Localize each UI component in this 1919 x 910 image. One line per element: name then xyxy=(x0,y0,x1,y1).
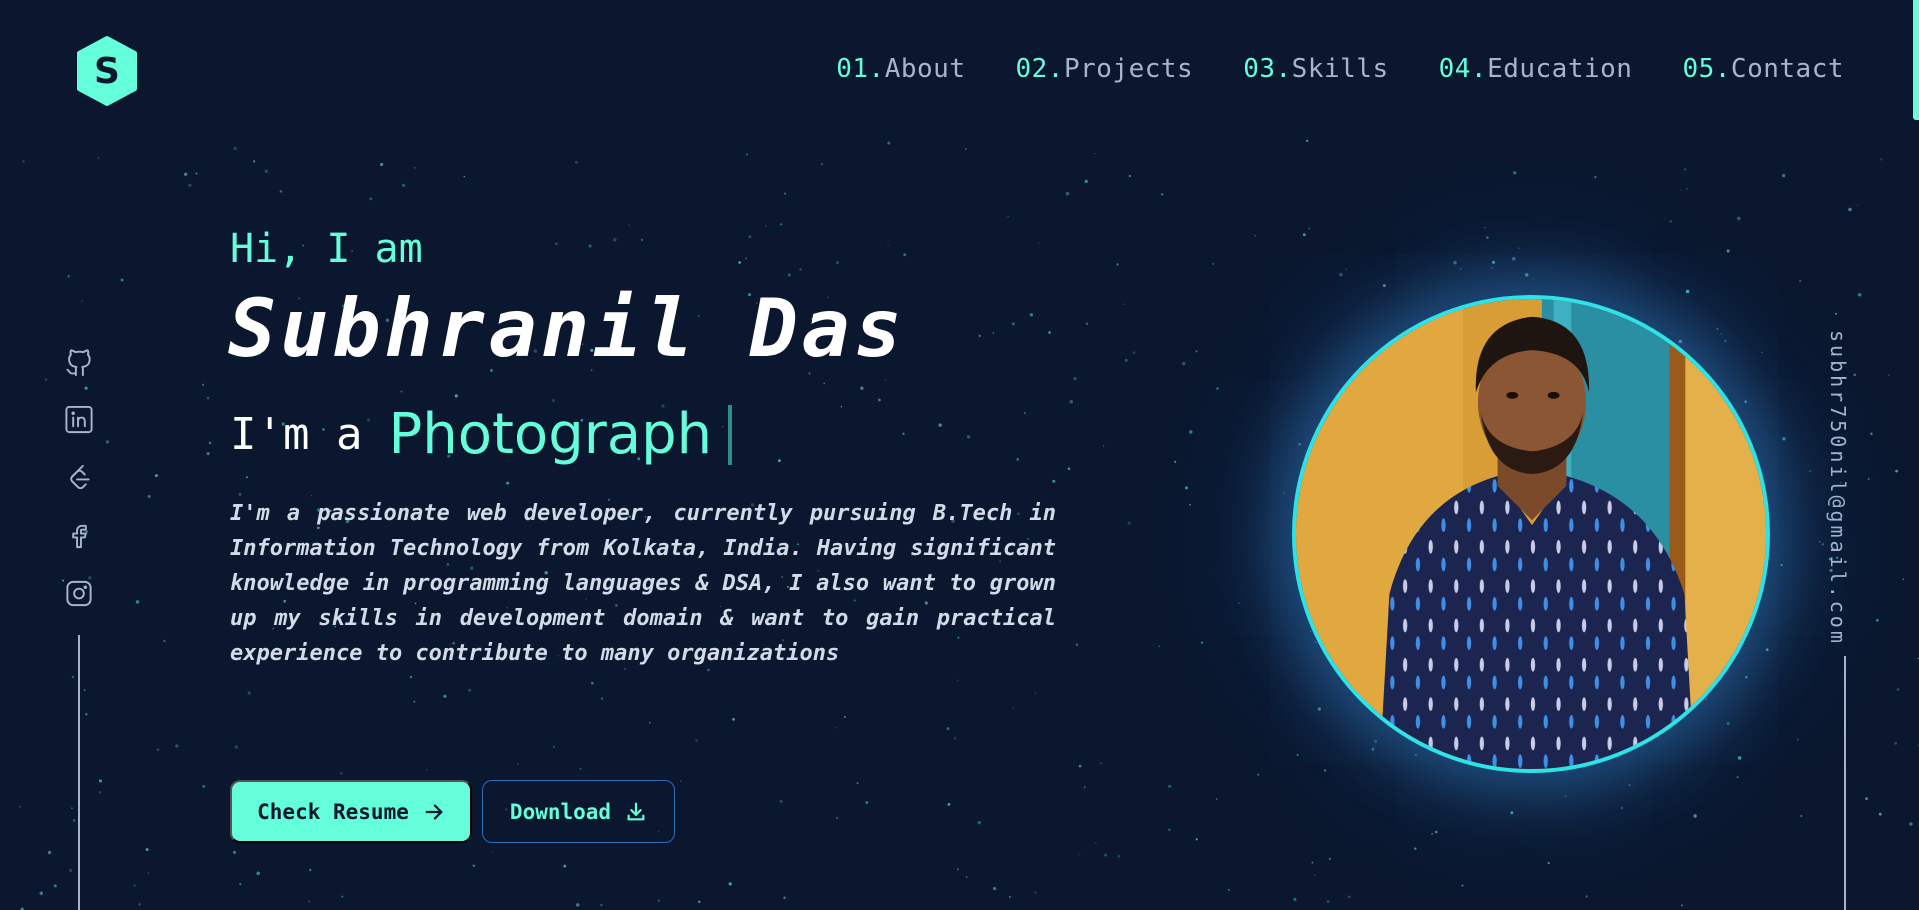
instagram-icon xyxy=(66,580,92,607)
nav-label: Education xyxy=(1487,54,1633,84)
main-nav: 01.About 02.Projects 03.Skills 04.Educat… xyxy=(836,54,1844,84)
socials-divider-line xyxy=(78,635,80,910)
nav-link-contact[interactable]: 05.Contact xyxy=(1682,54,1844,84)
nav-link-projects[interactable]: 02.Projects xyxy=(1016,54,1194,84)
nav-number: 05. xyxy=(1682,54,1731,84)
hero-bio: I'm a passionate web developer, currentl… xyxy=(230,501,1056,666)
leetcode-icon xyxy=(70,464,90,490)
github-icon xyxy=(66,349,91,377)
hero-role: I'm a Photograph xyxy=(230,402,733,467)
hero-name: Subhranil Das xyxy=(228,282,907,375)
site-logo[interactable]: S xyxy=(75,36,139,106)
email-link[interactable]: subhr750nil@gmail.com xyxy=(1826,330,1850,646)
nav-number: 03. xyxy=(1243,54,1292,84)
check-resume-label: Check Resume xyxy=(257,799,409,824)
typing-cursor xyxy=(728,404,733,465)
facebook-link[interactable] xyxy=(63,520,95,551)
download-button[interactable]: Download xyxy=(482,780,675,843)
logo-letter: S xyxy=(94,51,120,92)
download-label: Download xyxy=(509,799,612,824)
nav-label: Contact xyxy=(1730,54,1844,84)
linkedin-icon xyxy=(65,405,93,434)
nav-number: 02. xyxy=(1015,54,1064,84)
nav-link-about[interactable]: 01.About xyxy=(836,54,965,84)
nav-number: 04. xyxy=(1438,54,1488,84)
nav-label: About xyxy=(884,54,966,84)
nav-link-skills[interactable]: 03.Skills xyxy=(1243,54,1388,84)
profile-photo xyxy=(1292,295,1770,773)
nav-label: Projects xyxy=(1063,54,1194,84)
role-typed-word: Photograph xyxy=(388,402,713,467)
scroll-indicator xyxy=(1913,0,1919,120)
facebook-icon xyxy=(72,524,87,549)
download-icon xyxy=(627,802,645,820)
nav-link-education[interactable]: 04.Education xyxy=(1439,54,1633,84)
nav-label: Skills xyxy=(1291,54,1389,84)
instagram-link[interactable] xyxy=(63,578,95,609)
hero-greeting: Hi, I am xyxy=(230,226,423,272)
leetcode-link[interactable] xyxy=(63,462,95,493)
arrow-right-icon xyxy=(425,803,443,820)
email-divider-line xyxy=(1844,656,1846,910)
linkedin-link[interactable] xyxy=(63,404,95,435)
role-prefix: I'm a xyxy=(230,409,363,460)
github-link[interactable] xyxy=(63,346,95,377)
nav-number: 01. xyxy=(836,54,885,84)
check-resume-button[interactable]: Check Resume xyxy=(230,780,472,843)
social-links xyxy=(63,346,95,609)
